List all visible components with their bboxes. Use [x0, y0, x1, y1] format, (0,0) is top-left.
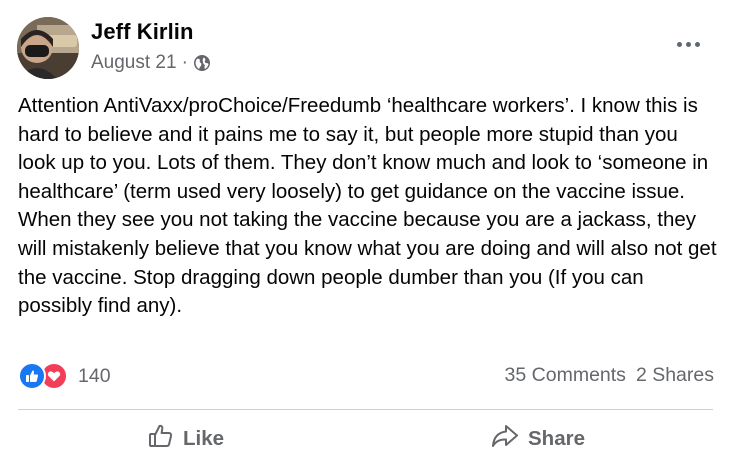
divider	[18, 409, 713, 410]
post-body-text: Attention AntiVaxx/proChoice/Freedumb ‘h…	[18, 94, 723, 318]
reaction-count: 140	[78, 364, 111, 387]
comments-count[interactable]: 35 Comments	[505, 364, 626, 387]
post-meta: August 21 ·	[91, 52, 211, 74]
more-dot	[694, 41, 700, 47]
more-dot	[685, 41, 691, 47]
share-button[interactable]: Share	[491, 422, 585, 456]
avatar[interactable]	[17, 17, 79, 79]
more-dot	[676, 41, 682, 47]
avatar-image	[17, 17, 79, 79]
more-options-button[interactable]	[671, 34, 705, 54]
author-name[interactable]: Jeff Kirlin	[91, 19, 194, 45]
share-button-label: Share	[528, 427, 585, 450]
post-date[interactable]: August 21	[91, 52, 177, 74]
share-arrow-icon	[491, 423, 519, 455]
thumbs-up-icon	[148, 423, 174, 455]
meta-separator: ·	[181, 52, 188, 73]
shares-count[interactable]: 2 Shares	[636, 364, 714, 387]
like-button-label: Like	[183, 427, 225, 450]
engagement-counts: 35 Comments 2 Shares	[505, 364, 714, 387]
globe-icon[interactable]	[193, 54, 211, 72]
like-icon	[18, 362, 46, 390]
reactions-summary[interactable]: 140	[18, 362, 111, 390]
post-card: Jeff Kirlin August 21 · Attention AntiVa…	[0, 0, 731, 469]
like-button[interactable]: Like	[148, 422, 224, 456]
